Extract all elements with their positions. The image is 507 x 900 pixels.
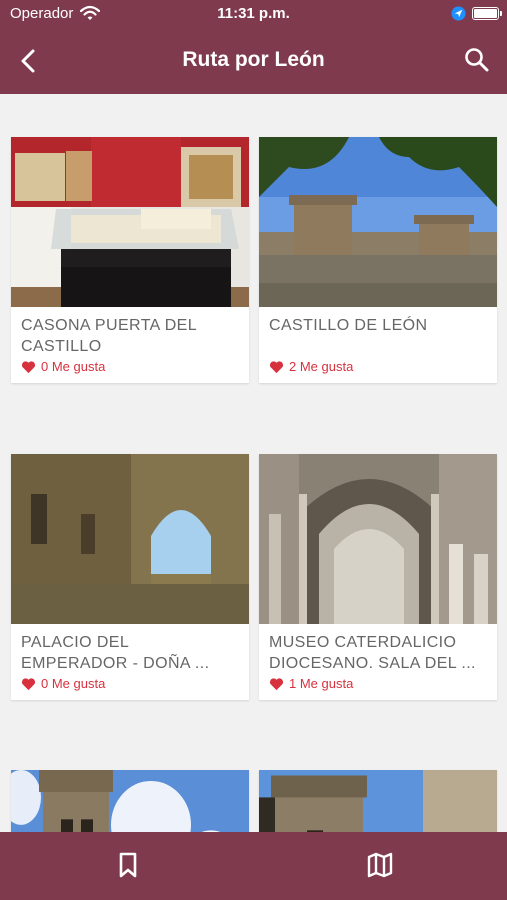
page-title: Ruta por León (182, 48, 325, 71)
place-name: MUSEO CATERDALICIO DIOCESANO. SALA DEL .… (269, 634, 476, 672)
place-card[interactable] (259, 770, 497, 832)
like-count[interactable]: 2 Me gusta (259, 357, 497, 383)
heart-icon (269, 678, 284, 691)
place-name: CASTILLO DE LEÓN (269, 317, 428, 334)
heart-icon (21, 361, 36, 374)
heart-icon (269, 361, 284, 374)
places-grid: CASONA PUERTA DEL CASTILLO 0 Me gusta CA (0, 94, 507, 832)
like-count-label: 0 Me gusta (41, 359, 106, 374)
like-count-label: 2 Me gusta (289, 359, 354, 374)
status-bar: Operador 11:31 p.m. (0, 0, 507, 30)
heart-icon (21, 678, 36, 691)
place-card[interactable]: MUSEO CATERDALICIO DIOCESANO. SALA DEL .… (259, 454, 497, 700)
place-card[interactable]: CASONA PUERTA DEL CASTILLO 0 Me gusta (11, 137, 249, 383)
place-photo (259, 137, 497, 307)
like-count[interactable]: 0 Me gusta (11, 357, 249, 383)
place-photo (11, 770, 249, 832)
clock: 11:31 p.m. (217, 5, 290, 22)
place-photo (11, 454, 249, 624)
location-arrow-icon (451, 6, 466, 21)
bookmark-icon[interactable] (114, 850, 142, 880)
place-card[interactable] (11, 770, 249, 832)
place-photo (259, 770, 497, 832)
map-icon[interactable] (366, 850, 394, 880)
like-count-label: 0 Me gusta (41, 676, 106, 691)
place-photo (11, 137, 249, 307)
like-count-label: 1 Me gusta (289, 676, 354, 691)
search-icon[interactable] (463, 46, 491, 74)
place-card[interactable]: PALACIO DEL EMPERADOR - DOÑA ... 0 Me gu… (11, 454, 249, 700)
like-count[interactable]: 1 Me gusta (259, 674, 497, 700)
nav-bar: Ruta por León (0, 30, 507, 94)
place-card[interactable]: CASTILLO DE LEÓN 2 Me gusta (259, 137, 497, 383)
tab-bar (0, 832, 507, 900)
place-name: CASONA PUERTA DEL CASTILLO (21, 317, 197, 355)
like-count[interactable]: 0 Me gusta (11, 674, 249, 700)
place-name: PALACIO DEL EMPERADOR - DOÑA ... (21, 634, 210, 672)
battery-icon (472, 7, 502, 20)
place-photo (259, 454, 497, 624)
